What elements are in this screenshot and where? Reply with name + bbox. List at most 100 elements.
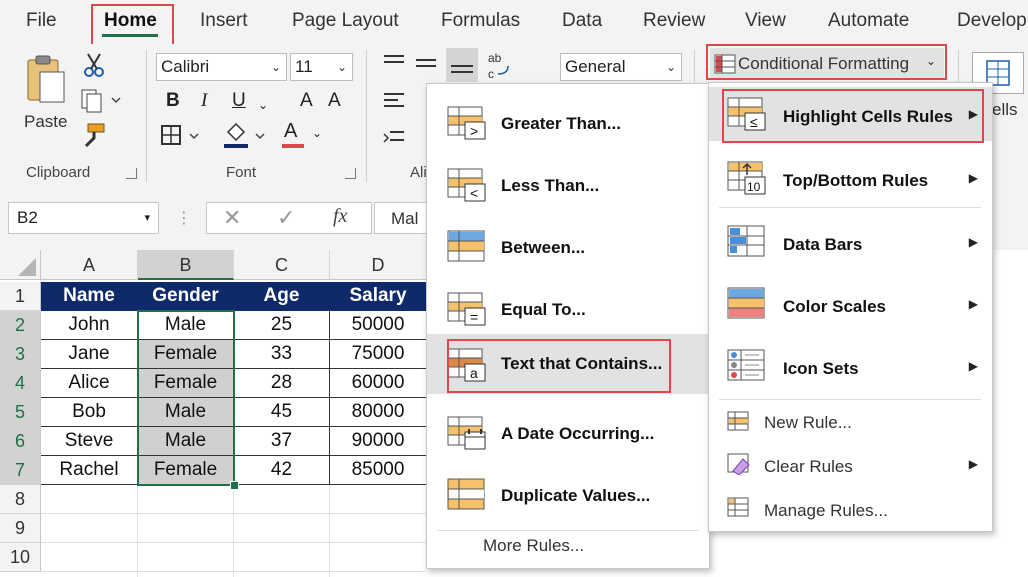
table-cell[interactable]: Bob: [41, 398, 138, 427]
menu-item-data-bars[interactable]: Data Bars ▶: [709, 215, 992, 275]
drag-handle-icon[interactable]: ⋮: [176, 208, 192, 228]
table-cell[interactable]: 75000: [330, 340, 427, 369]
copy-icon: [81, 89, 121, 113]
row-header-1[interactable]: 1: [0, 282, 41, 311]
menu-item-manage-rules[interactable]: Manage Rules...: [709, 489, 992, 529]
cell-d1[interactable]: Salary: [330, 282, 427, 311]
table-cell[interactable]: 33: [234, 340, 330, 369]
row-header-10[interactable]: 10: [0, 543, 41, 572]
table-cell[interactable]: 50000: [330, 311, 427, 340]
indent-button[interactable]: [382, 128, 422, 154]
tab-review[interactable]: Review: [643, 10, 705, 32]
menu-separator: [437, 530, 699, 531]
italic-button[interactable]: I: [201, 90, 207, 112]
row-header-6[interactable]: 6: [0, 427, 41, 456]
tab-formulas[interactable]: Formulas: [441, 10, 520, 32]
cell-a1[interactable]: Name: [41, 282, 138, 311]
enter-icon[interactable]: ✓: [277, 205, 295, 231]
tab-view[interactable]: View: [745, 10, 786, 32]
number-format-combo[interactable]: General ⌄: [560, 53, 682, 81]
manage-rules-icon: [727, 497, 749, 517]
row-header-5[interactable]: 5: [0, 398, 41, 427]
clipboard-launcher-icon[interactable]: [126, 168, 137, 179]
table-cell[interactable]: 90000: [330, 427, 427, 456]
cut-button[interactable]: [82, 52, 106, 84]
cell-c1[interactable]: Age: [234, 282, 330, 311]
font-size-combo[interactable]: 11 ⌄: [290, 53, 353, 81]
tab-file[interactable]: File: [26, 10, 57, 32]
font-color-swatch: [282, 144, 304, 148]
bottom-align-button[interactable]: [446, 48, 478, 82]
column-header-c[interactable]: C: [234, 250, 330, 280]
formula-input[interactable]: Mal: [374, 202, 434, 234]
name-box[interactable]: B2 ▾: [8, 202, 159, 234]
menu-item-label: Less Than...: [501, 176, 600, 195]
table-cell[interactable]: 28: [234, 369, 330, 398]
format-painter-button[interactable]: [80, 122, 108, 154]
row-header-3[interactable]: 3: [0, 340, 41, 369]
table-cell[interactable]: 85000: [330, 456, 427, 485]
menu-item-icon-sets[interactable]: Icon Sets ▶: [709, 339, 992, 399]
column-header-b[interactable]: B: [138, 250, 234, 280]
submenu-arrow-icon: ▶: [968, 297, 978, 311]
row-header-7[interactable]: 7: [0, 456, 41, 485]
less-than-icon: <: [447, 168, 486, 202]
row-header-4[interactable]: 4: [0, 369, 41, 398]
menu-item-between[interactable]: Between...: [427, 216, 709, 278]
select-all-corner[interactable]: [0, 250, 41, 280]
middle-align-button[interactable]: [414, 52, 444, 74]
cell-b1[interactable]: Gender: [138, 282, 234, 311]
menu-item-equal-to[interactable]: = Equal To...: [427, 278, 709, 340]
shrink-font-button[interactable]: A: [328, 90, 341, 112]
menu-item-duplicate-values[interactable]: Duplicate Values...: [427, 464, 709, 526]
menu-item-less-than[interactable]: < Less Than...: [427, 154, 709, 216]
table-cell[interactable]: 80000: [330, 398, 427, 427]
table-cell[interactable]: Steve: [41, 427, 138, 456]
conditional-formatting-highlight: [706, 44, 947, 80]
row-header-9[interactable]: 9: [0, 514, 41, 543]
fill-color-button[interactable]: [222, 122, 266, 150]
cancel-icon[interactable]: ✕: [223, 205, 241, 231]
insert-function-button[interactable]: fx: [333, 205, 347, 228]
table-cell[interactable]: 25: [234, 311, 330, 340]
menu-item-top-bottom-rules[interactable]: 10 Top/Bottom Rules ▶: [709, 151, 992, 211]
table-cell[interactable]: John: [41, 311, 138, 340]
table-cell[interactable]: Rachel: [41, 456, 138, 485]
menu-item-more-rules[interactable]: More Rules...: [427, 532, 709, 566]
row-header-8[interactable]: 8: [0, 485, 41, 514]
bold-button[interactable]: B: [166, 90, 180, 112]
menu-item-color-scales[interactable]: Color Scales ▶: [709, 277, 992, 337]
table-cell[interactable]: 60000: [330, 369, 427, 398]
menu-item-clear-rules[interactable]: Clear Rules ▶: [709, 445, 992, 485]
menu-item-greater-than[interactable]: > Greater Than...: [427, 92, 709, 154]
font-launcher-icon[interactable]: [345, 168, 356, 179]
copy-button[interactable]: [80, 88, 122, 120]
table-cell[interactable]: 42: [234, 456, 330, 485]
tab-data[interactable]: Data: [562, 10, 602, 32]
table-cell[interactable]: 37: [234, 427, 330, 456]
paste-label: Paste: [24, 112, 68, 131]
tab-insert[interactable]: Insert: [200, 10, 248, 32]
borders-button[interactable]: [160, 124, 200, 150]
font-color-button[interactable]: A ⌄: [282, 120, 322, 150]
menu-item-date-occurring[interactable]: A Date Occurring...: [427, 402, 709, 464]
menu-item-new-rule[interactable]: New Rule...: [709, 403, 992, 443]
tab-developer[interactable]: Develop: [957, 10, 1027, 32]
tab-page-layout[interactable]: Page Layout: [292, 10, 399, 32]
underline-button[interactable]: U: [232, 90, 246, 112]
column-header-d[interactable]: D: [330, 250, 427, 280]
column-header-a[interactable]: A: [41, 250, 138, 280]
wrap-text-button[interactable]: ab c: [486, 50, 516, 82]
table-cell[interactable]: Jane: [41, 340, 138, 369]
paste-button[interactable]: Paste: [22, 54, 68, 134]
table-cell[interactable]: Alice: [41, 369, 138, 398]
top-bottom-icon: 10: [727, 161, 766, 195]
grow-font-button[interactable]: A: [300, 90, 313, 112]
conditional-formatting-menu: ≤ Highlight Cells Rules ▶ 10 Top/Bottom …: [708, 82, 993, 532]
fill-handle[interactable]: [230, 481, 239, 490]
align-left-button[interactable]: [382, 90, 422, 116]
row-header-2[interactable]: 2: [0, 311, 41, 340]
table-cell[interactable]: 45: [234, 398, 330, 427]
tab-automate[interactable]: Automate: [828, 10, 909, 32]
font-name-combo[interactable]: Calibri ⌄: [156, 53, 287, 81]
